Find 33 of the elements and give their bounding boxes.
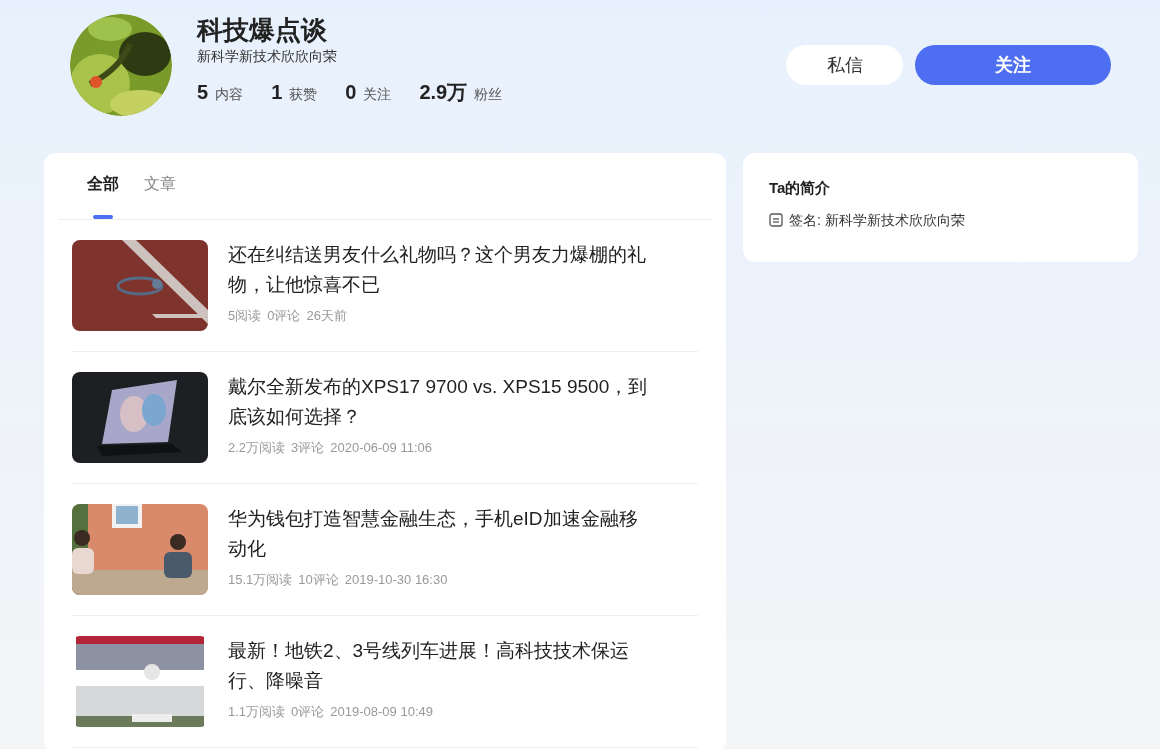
article-meta: 5阅读 — [228, 307, 262, 325]
article-title[interactable]: 华为钱包打造智慧金融生态，手机eID加速金融移动化 — [228, 504, 648, 564]
article-meta: 0评论 — [291, 703, 325, 721]
article-meta: 2020-06-09 11:06 — [330, 439, 432, 457]
tab[interactable]: 文章 — [144, 171, 176, 219]
article-meta: 10评论 — [298, 571, 339, 589]
article-meta: 2019-08-09 10:49 — [330, 703, 433, 721]
stat-label: 粉丝 — [474, 85, 503, 104]
article-meta: 3评论 — [291, 439, 325, 457]
stat-label: 获赞 — [289, 85, 318, 104]
article-title[interactable]: 最新！地铁2、3号线列车进展！高科技技术保运行、降噪音 — [228, 636, 648, 696]
article-meta: 1.1万阅读 — [228, 703, 286, 721]
stat-value: 5 — [197, 80, 209, 104]
profile-bio: 新科学新技术欣欣向荣 — [197, 47, 338, 66]
article-meta: 0评论 — [267, 307, 301, 325]
article-meta: 2019-10-30 16:30 — [344, 571, 448, 589]
tab[interactable]: 全部 — [87, 171, 119, 219]
article-meta: 26天前 — [306, 307, 347, 325]
stat-value: 2.9万 — [419, 80, 468, 104]
follow-button[interactable]: 关注 — [915, 45, 1111, 85]
profile-name: 科技爆点谈 — [197, 14, 328, 46]
intro-title: Ta的简介 — [769, 178, 832, 198]
stat-value: 1 — [271, 80, 283, 104]
article-title[interactable]: 还在纠结送男友什么礼物吗？这个男友力爆棚的礼物，让他惊喜不已 — [228, 240, 648, 300]
article-title[interactable]: 戴尔全新发布的XPS17 9700 vs. XPS15 9500，到底该如何选择？ — [228, 372, 648, 432]
article-meta: 2.2万阅读 — [228, 439, 286, 457]
stat-label: 关注 — [363, 85, 392, 104]
stat-label: 内容 — [215, 85, 244, 104]
stat-value: 0 — [345, 80, 357, 104]
signature: 签名: 新科学新技术欣欣向荣 — [789, 210, 965, 230]
article-meta: 15.1万阅读 — [228, 571, 293, 589]
note-icon — [769, 213, 783, 227]
message-button[interactable]: 私信 — [786, 45, 903, 85]
